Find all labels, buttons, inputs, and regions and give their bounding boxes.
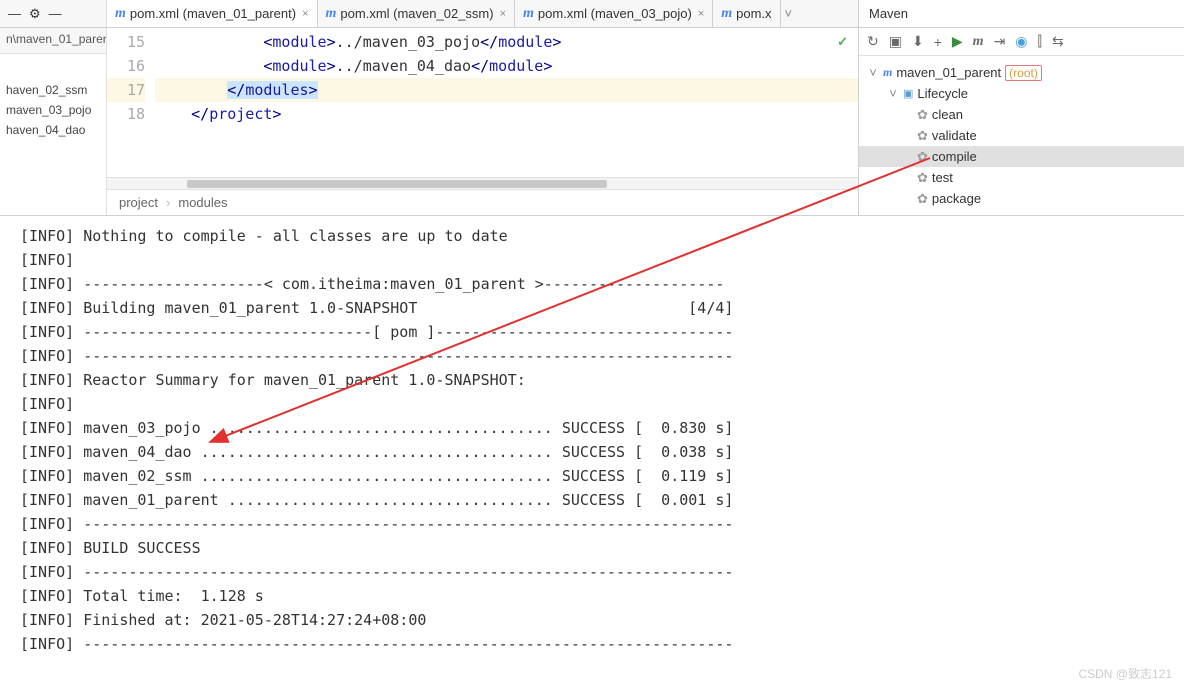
tab-label: pom.xml (maven_01_parent)	[130, 6, 296, 21]
goal-clean[interactable]: ✿clean	[859, 104, 1184, 125]
refresh-icon[interactable]: ↻	[867, 33, 879, 50]
goal-validate[interactable]: ✿validate	[859, 125, 1184, 146]
dash-icon[interactable]: —	[8, 6, 21, 21]
dash-icon[interactable]: —	[49, 6, 62, 21]
sidebar-item[interactable]: haven_04_dao	[0, 120, 106, 140]
gear-icon: ✿	[917, 128, 928, 144]
maven-panel-title: Maven	[858, 0, 1184, 27]
chevron-down-icon[interactable]: ˅	[781, 6, 797, 21]
skip-icon[interactable]: ⇥	[994, 33, 1006, 50]
download-icon[interactable]: ⬇	[912, 33, 924, 50]
plus-icon[interactable]: +	[934, 34, 942, 50]
tab-label: pom.x	[736, 6, 771, 21]
maven-icon: m	[326, 6, 337, 22]
close-icon[interactable]: ×	[500, 8, 506, 20]
gear-icon: ✿	[917, 170, 928, 186]
scroll-thumb[interactable]	[187, 180, 607, 188]
code-editor[interactable]: 15 16 17 18 <module>../maven_03_pojo</mo…	[107, 28, 858, 215]
goal-test[interactable]: ✿test	[859, 167, 1184, 188]
maven-panel: ↻ ▣ ⬇ + ▶ m ⇥ ◉ ⫿ ⇆ ˅ m maven_01_parent …	[858, 28, 1184, 215]
maven-icon: m	[523, 6, 534, 22]
folder-icon: ▣	[903, 87, 913, 100]
tab-label: pom.xml (maven_03_pojo)	[538, 6, 692, 21]
tree-root[interactable]: ˅ m maven_01_parent (root)	[859, 62, 1184, 83]
collapse-icon[interactable]: ⫿	[1038, 33, 1042, 50]
layout-icon[interactable]: ⇆	[1052, 33, 1064, 50]
editor-tabs: m pom.xml (maven_01_parent) × m pom.xml …	[107, 0, 858, 27]
run-icon[interactable]: ▶	[952, 33, 963, 50]
gear-icon: ✿	[917, 191, 928, 207]
close-icon[interactable]: ×	[698, 8, 704, 20]
gear-icon: ✿	[917, 107, 928, 123]
maven-toolbar: ↻ ▣ ⬇ + ▶ m ⇥ ◉ ⫿ ⇆	[859, 28, 1184, 56]
watermark: CSDN @致志121	[1078, 665, 1172, 682]
sidebar-item[interactable]: maven_03_pojo	[0, 100, 106, 120]
tab-pom-pojo[interactable]: m pom.xml (maven_03_pojo) ×	[515, 0, 713, 27]
maven-tree[interactable]: ˅ m maven_01_parent (root) ˅ ▣ Lifecycle…	[859, 56, 1184, 215]
build-icon[interactable]: ▣	[889, 33, 902, 50]
maven-icon: m	[721, 6, 732, 22]
check-icon: ✓	[837, 34, 848, 50]
tab-pom-parent[interactable]: m pom.xml (maven_01_parent) ×	[107, 0, 318, 27]
goal-compile[interactable]: ✿compile	[859, 146, 1184, 167]
gear-icon[interactable]: ⚙	[29, 6, 41, 22]
maven-icon[interactable]: m	[973, 34, 984, 50]
code-body[interactable]: <module>../maven_03_pojo</module> <modul…	[155, 28, 858, 177]
breadcrumb[interactable]: project › modules	[107, 189, 858, 215]
sidebar-item[interactable]: haven_02_ssm	[0, 80, 106, 100]
maven-icon: m	[115, 6, 126, 22]
close-icon[interactable]: ×	[302, 8, 308, 20]
h-scrollbar[interactable]	[107, 177, 858, 189]
tab-pom-ssm[interactable]: m pom.xml (maven_02_ssm) ×	[318, 0, 515, 27]
title-bar: — ⚙ — m pom.xml (maven_01_parent) × m po…	[0, 0, 1184, 28]
tab-pom-cut[interactable]: m pom.x	[713, 0, 780, 27]
build-console[interactable]: [INFO] Nothing to compile - all classes …	[0, 216, 1184, 690]
gutter: 15 16 17 18	[107, 28, 155, 177]
sidebar-header: n\maven_01_paren	[0, 28, 106, 54]
maven-icon: m	[883, 65, 892, 80]
root-badge: (root)	[1005, 65, 1042, 81]
goal-package[interactable]: ✿package	[859, 188, 1184, 209]
tree-folder-lifecycle[interactable]: ˅ ▣ Lifecycle	[859, 83, 1184, 104]
tab-label: pom.xml (maven_02_ssm)	[340, 6, 493, 21]
chevron-down-icon[interactable]: ˅	[887, 86, 899, 101]
gear-icon: ✿	[917, 149, 928, 165]
offline-icon[interactable]: ◉	[1015, 33, 1027, 50]
chevron-down-icon[interactable]: ˅	[867, 65, 879, 80]
project-sidebar: n\maven_01_paren haven_02_ssm maven_03_p…	[0, 28, 107, 215]
